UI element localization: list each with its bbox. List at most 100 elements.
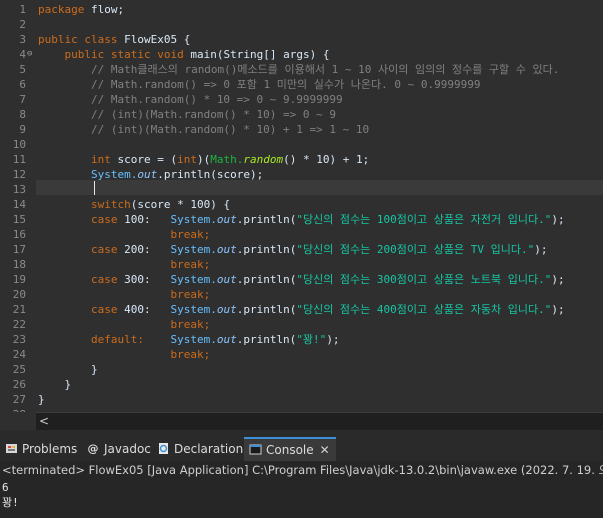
line-number: 4 (19, 48, 26, 61)
comment-line: // Math클래스의 random()메소드를 이용해서 1 ~ 10 사이의… (38, 62, 559, 77)
close-icon[interactable]: ✕ (320, 438, 330, 462)
line-number: 18 (12, 258, 26, 271)
code-line: break; (38, 227, 210, 242)
line-number: 15 (12, 213, 26, 226)
declaration-icon (156, 442, 170, 456)
console-view[interactable]: <terminated> FlowEx05 [Java Application]… (0, 461, 603, 518)
bottom-panel-tabs: Problems @ Javadoc Declaration Console ✕ (0, 437, 603, 461)
code-text: ); (551, 273, 565, 286)
tab-javadoc[interactable]: @ Javadoc (86, 437, 151, 461)
line-number: 7 (19, 93, 26, 106)
string-literal: "당신의 점수는 200점이고 상품은 TV 입니다." (296, 243, 535, 256)
keyword: break; (170, 288, 211, 301)
code-line: switch(score * 100) { (38, 197, 230, 212)
line-number: 8 (19, 108, 26, 121)
keyword: static (110, 48, 151, 61)
code-line: } (38, 392, 45, 407)
method-call: .println( (157, 168, 217, 181)
line-number: 14 (12, 198, 26, 211)
line-number: 25 (12, 363, 26, 376)
comment-line: // Math.random() * 10 => 0 ~ 9.9999999 (38, 92, 343, 107)
code-text: score); (216, 168, 264, 181)
keyword: break; (170, 348, 211, 361)
line-number: 11 (12, 153, 26, 166)
keyword: public (38, 33, 78, 46)
keyword: void (157, 48, 184, 61)
scroll-left-icon[interactable]: < (39, 413, 49, 430)
code-line: case 300: System.out.println("당신의 점수는 30… (38, 272, 565, 287)
class-ref: Math. (210, 153, 244, 166)
code-line: case 400: System.out.println("당신의 점수는 40… (38, 302, 565, 317)
code-text: 300: (117, 273, 151, 286)
static-method: random (243, 153, 284, 166)
line-number: 26 (12, 378, 26, 391)
class-ref: System. (170, 243, 217, 256)
code-text: 400: (117, 303, 151, 316)
keyword: int (177, 153, 197, 166)
code-line: case 100: System.out.println("당신의 점수는 10… (38, 212, 565, 227)
tab-console[interactable]: Console ✕ (244, 437, 336, 461)
string-literal: "당신의 점수는 300점이고 상품은 노트북 입니다." (296, 273, 552, 286)
keyword: switch (90, 198, 131, 211)
line-number: 5 (19, 63, 26, 76)
line-number: 9 (19, 123, 26, 136)
code-text: )( (196, 153, 211, 166)
method-call: .println( (236, 273, 297, 286)
code-line: public class FlowEx05 { (38, 32, 190, 47)
method-signature: main(String[] args) { (190, 48, 330, 61)
code-line: case 200: System.out.println("당신의 점수는 20… (38, 242, 548, 257)
line-number: 19 (12, 273, 26, 286)
tab-label: Console (266, 443, 314, 457)
code-text: ); (534, 243, 548, 256)
keyword: case (90, 273, 118, 286)
method-call: .println( (236, 333, 297, 346)
code-line: System.out.println(score); (38, 167, 263, 182)
tab-problems[interactable]: Problems (4, 437, 77, 461)
gutter-footer (0, 412, 36, 430)
static-field: out (216, 243, 237, 256)
string-literal: "당신의 점수는 400점이고 상품은 자동차 입니다." (296, 303, 552, 316)
code-editor[interactable]: 1 2 3 4 ⊖ 5 6 7 8 9 10 11 12 13 14 15 16… (0, 0, 603, 412)
class-ref: System. (90, 168, 138, 181)
text-caret (94, 181, 95, 195)
comment-text: // Math.random() * 10 => 0 ~ 9.9999999 (90, 93, 343, 106)
line-number: 16 (12, 228, 26, 241)
javadoc-icon: @ (87, 442, 99, 455)
comment-text: // (int)(Math.random() * 10) + 1 => 1 ~ … (90, 123, 370, 136)
string-literal: "꽝!" (296, 333, 327, 346)
code-text: () * 10) + 1; (283, 153, 370, 166)
class-ref: System. (170, 213, 217, 226)
code-line: break; (38, 257, 210, 272)
horizontal-scrollbar[interactable]: < (36, 412, 603, 430)
keyword: break; (170, 318, 211, 331)
tab-declaration[interactable]: Declaration (156, 437, 243, 461)
code-line: break; (38, 287, 210, 302)
code-line: break; (38, 347, 210, 362)
current-line-highlight (36, 180, 603, 195)
problems-icon (4, 442, 18, 456)
code-text: score = ( (110, 153, 178, 166)
code-line: int score = (int)(Math.random() * 10) + … (38, 152, 369, 167)
line-number: 21 (12, 303, 26, 316)
keyword: default: (90, 333, 144, 346)
line-number: 22 (12, 318, 26, 331)
line-number: 27 (12, 393, 26, 406)
code-text: 200: (117, 243, 151, 256)
line-number: 24 (12, 348, 26, 361)
fold-collapse-icon[interactable]: ⊖ (27, 47, 32, 62)
code-text: } (90, 363, 98, 376)
method-call: .println( (236, 213, 297, 226)
keyword: int (90, 153, 111, 166)
console-icon (248, 443, 262, 457)
terminated-status: <terminated> FlowEx05 [Java Application]… (2, 463, 603, 477)
method-call: .println( (236, 303, 297, 316)
method-call: .println( (236, 243, 297, 256)
static-field: out (137, 168, 158, 181)
line-number: 13 (12, 183, 26, 196)
static-field: out (216, 303, 237, 316)
line-number: 2 (19, 18, 26, 31)
keyword: break; (170, 258, 211, 271)
keyword: case (90, 243, 118, 256)
line-number: 10 (12, 138, 26, 151)
code-line: break; (38, 317, 210, 332)
